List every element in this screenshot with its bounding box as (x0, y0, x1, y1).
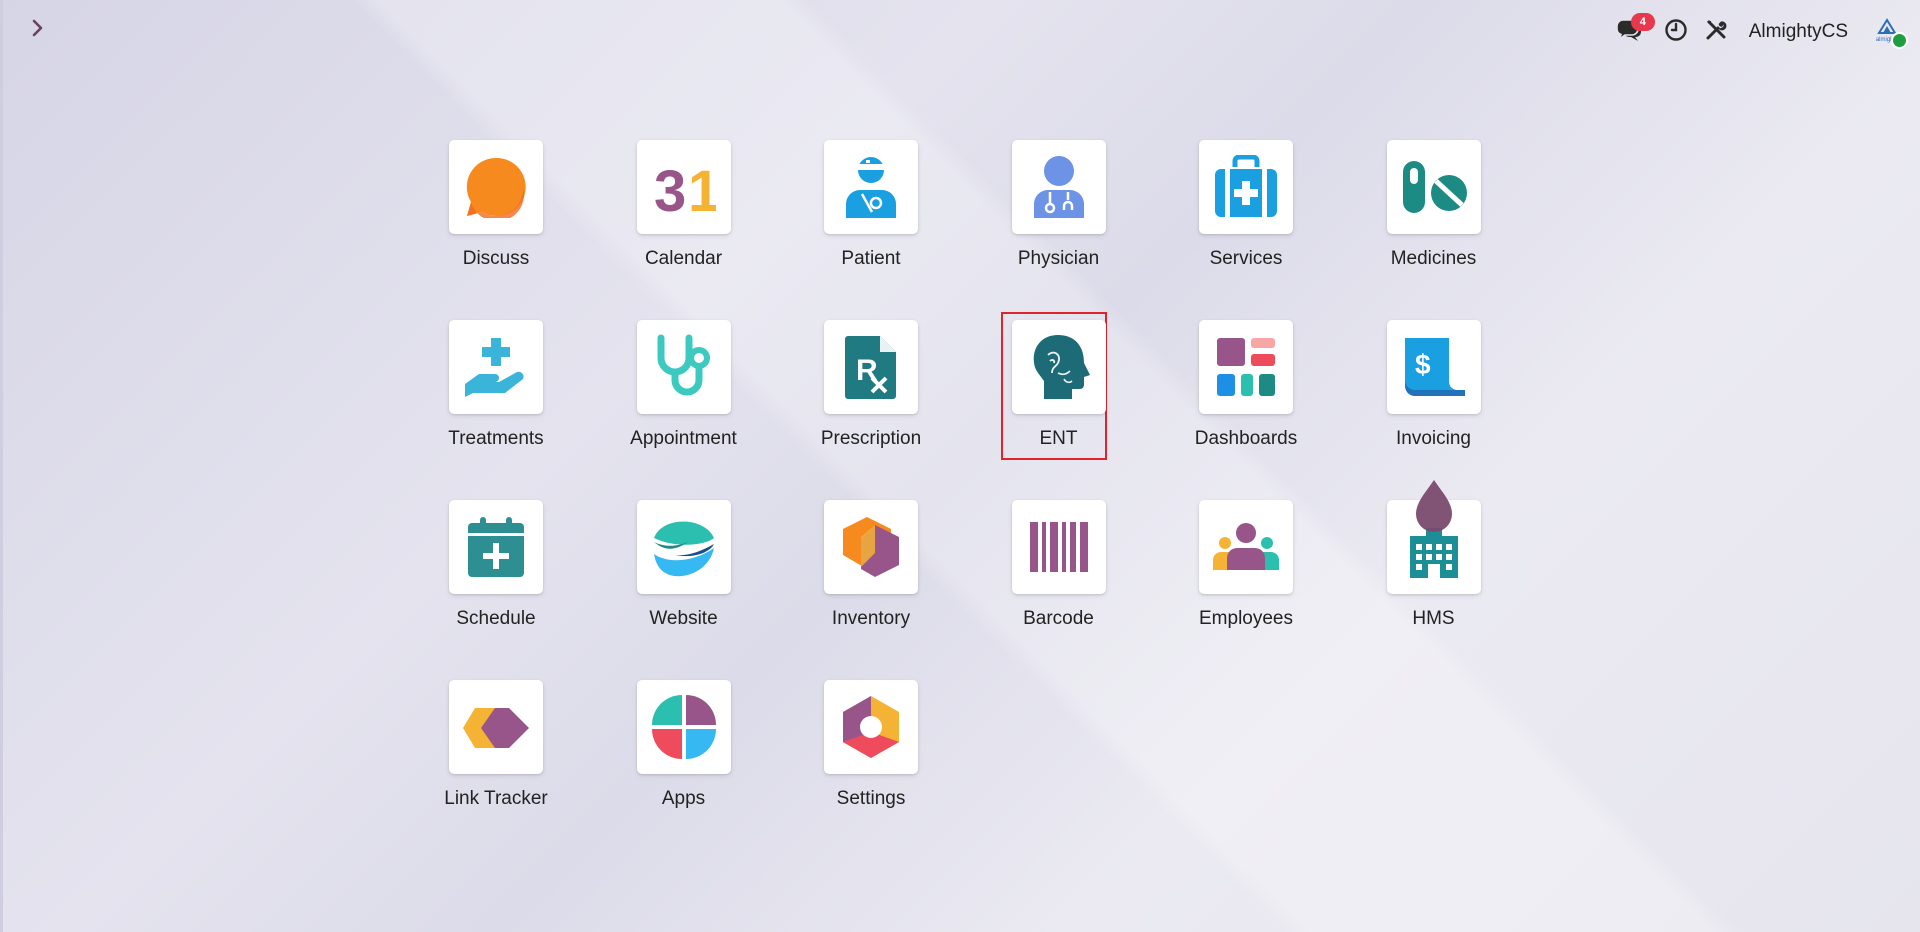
app-label: Inventory (831, 608, 911, 629)
app-label: Website (649, 608, 718, 629)
website-icon (636, 500, 731, 594)
patient-icon (824, 140, 918, 234)
app-label: Calendar (644, 248, 723, 269)
app-appointment[interactable]: Appointment (619, 320, 749, 500)
link-tracker-icon (449, 680, 543, 774)
app-invoicing[interactable]: $ Invoicing (1369, 320, 1499, 500)
app-label: Treatments (448, 428, 544, 449)
dashboards-icon (1199, 320, 1293, 414)
apps-icon (636, 680, 731, 774)
app-label: Dashboards (1194, 428, 1298, 449)
app-website[interactable]: Website (619, 500, 749, 680)
company-switcher[interactable]: AlmightyCS (1749, 21, 1848, 43)
svg-text:$: $ (1415, 349, 1431, 380)
app-label: Employees (1199, 608, 1293, 629)
treatments-icon (449, 320, 543, 414)
messages-count-badge: 4 (1630, 13, 1655, 31)
app-label: Services (1209, 248, 1283, 269)
schedule-icon (449, 500, 543, 594)
app-label: Invoicing (1396, 428, 1471, 449)
app-barcode[interactable]: Barcode (994, 500, 1124, 680)
app-treatments[interactable]: Treatments (431, 320, 561, 500)
online-status-indicator (1891, 32, 1908, 49)
prescription-icon: R (824, 320, 918, 414)
app-label: Schedule (456, 608, 536, 629)
messages-button[interactable]: 4 (1609, 12, 1655, 52)
left-edge-divider (0, 0, 3, 932)
chevron-right-icon (31, 18, 45, 43)
app-label: Link Tracker (444, 788, 548, 809)
app-label: Physician (1017, 248, 1100, 269)
services-icon (1199, 140, 1293, 234)
app-link-tracker[interactable]: Link Tracker (431, 680, 561, 860)
app-employees[interactable]: Employees (1181, 500, 1311, 680)
ent-icon (1011, 320, 1106, 414)
app-dashboards[interactable]: Dashboards (1181, 320, 1311, 500)
calendar-icon: 3 1 (636, 140, 731, 234)
hms-icon (1386, 480, 1481, 594)
app-label: Barcode (1023, 608, 1094, 629)
discuss-icon (449, 140, 543, 234)
tools-icon (1704, 18, 1728, 47)
app-services[interactable]: Services (1181, 140, 1311, 320)
activities-button[interactable] (1661, 12, 1691, 52)
top-bar: 4 AlmightyCS almighty (1609, 12, 1920, 52)
barcode-icon (1011, 500, 1106, 594)
app-schedule[interactable]: Schedule (431, 500, 561, 680)
cursor-drop-icon (1415, 480, 1452, 532)
app-inventory[interactable]: Inventory (806, 500, 936, 680)
app-label: Medicines (1390, 248, 1477, 269)
app-prescription[interactable]: R Prescription (806, 320, 936, 500)
app-patient[interactable]: Patient (806, 140, 936, 320)
app-grid: Discuss 3 1 Calendar Patient Physician S… (431, 140, 1556, 860)
app-physician[interactable]: Physician (994, 140, 1124, 320)
app-ent[interactable]: ENT (994, 312, 1124, 500)
appointment-icon (636, 320, 731, 414)
app-calendar[interactable]: 3 1 Calendar (619, 140, 749, 320)
svg-text:3: 3 (654, 159, 686, 217)
medicines-icon (1386, 140, 1481, 234)
employees-icon (1199, 500, 1293, 594)
app-label: HMS (1412, 608, 1455, 629)
settings-icon (824, 680, 918, 774)
app-label: Apps (661, 788, 706, 809)
company-name: AlmightyCS (1748, 21, 1848, 42)
app-hms[interactable]: HMS (1369, 480, 1499, 680)
debug-tools-button[interactable] (1701, 12, 1731, 52)
user-avatar[interactable]: almighty (1870, 15, 1908, 49)
app-label: Patient (841, 248, 901, 269)
physician-icon (1011, 140, 1106, 234)
sidebar-toggle-button[interactable] (26, 18, 50, 42)
app-apps[interactable]: Apps (619, 680, 749, 860)
app-label: Appointment (630, 428, 737, 449)
app-label: Discuss (462, 248, 530, 269)
app-discuss[interactable]: Discuss (431, 140, 561, 320)
app-medicines[interactable]: Medicines (1369, 140, 1499, 320)
invoicing-icon: $ (1386, 320, 1481, 414)
app-label: Prescription (820, 428, 922, 449)
app-settings[interactable]: Settings (806, 680, 936, 860)
svg-text:1: 1 (688, 159, 716, 217)
clock-icon (1664, 18, 1688, 47)
app-label: ENT (1039, 428, 1078, 449)
inventory-icon (824, 500, 918, 594)
app-label: Settings (836, 788, 906, 809)
